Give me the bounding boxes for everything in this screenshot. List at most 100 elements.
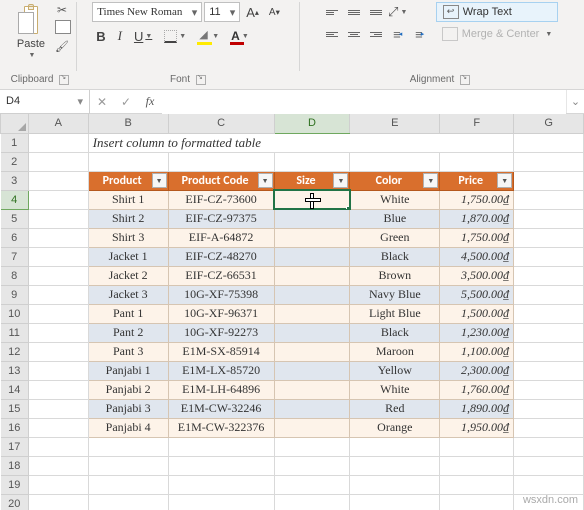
table-cell-6-0[interactable]: Pant 1 <box>88 304 168 323</box>
table-cell-12-2[interactable] <box>274 418 350 437</box>
table-cell-12-0[interactable]: Panjabi 4 <box>88 418 168 437</box>
cell-B2[interactable] <box>88 152 168 171</box>
filter-button[interactable]: ▼ <box>333 173 348 188</box>
row-header-10[interactable]: 10 <box>1 304 29 323</box>
cell-G5[interactable] <box>514 209 584 228</box>
cell-A19[interactable] <box>28 475 88 494</box>
table-cell-5-0[interactable]: Jacket 3 <box>88 285 168 304</box>
align-middle-button[interactable] <box>344 2 364 22</box>
table-cell-3-3[interactable]: Black <box>350 247 440 266</box>
filter-button[interactable]: ▼ <box>497 173 512 188</box>
cell-A8[interactable] <box>28 266 88 285</box>
table-cell-12-3[interactable]: Orange <box>350 418 440 437</box>
table-cell-3-4[interactable]: 4,500.00₫ <box>440 247 514 266</box>
cell-G10[interactable] <box>514 304 584 323</box>
column-header-F[interactable]: F <box>440 114 514 133</box>
cut-button[interactable] <box>54 2 70 18</box>
cell-A15[interactable] <box>28 399 88 418</box>
cell-A2[interactable] <box>28 152 88 171</box>
column-header-B[interactable]: B <box>88 114 168 133</box>
align-left-button[interactable] <box>322 24 342 44</box>
table-cell-3-1[interactable]: EIF-CZ-48270 <box>168 247 274 266</box>
cell-G1[interactable] <box>514 133 584 152</box>
cell-B20[interactable] <box>88 494 168 510</box>
table-cell-9-2[interactable] <box>274 361 350 380</box>
table-cell-5-3[interactable]: Navy Blue <box>350 285 440 304</box>
table-cell-2-1[interactable]: EIF-A-64872 <box>168 228 274 247</box>
cell-B17[interactable] <box>88 437 168 456</box>
cell-G18[interactable] <box>514 456 584 475</box>
row-header-3[interactable]: 3 <box>1 171 29 190</box>
merge-center-button[interactable]: Merge & Center ▼ <box>436 24 559 44</box>
cell-A1[interactable] <box>28 133 88 152</box>
table-cell-12-1[interactable]: E1M-CW-322376 <box>168 418 274 437</box>
table-cell-5-1[interactable]: 10G-XF-75398 <box>168 285 274 304</box>
fill-color-button[interactable]: ▼ <box>194 28 223 44</box>
table-cell-0-4[interactable]: 1,750.00₫ <box>440 190 514 209</box>
table-cell-11-4[interactable]: 1,890.00₫ <box>440 399 514 418</box>
row-header-18[interactable]: 18 <box>1 456 29 475</box>
row-header-16[interactable]: 16 <box>1 418 29 437</box>
cell-B18[interactable] <box>88 456 168 475</box>
cell-D19[interactable] <box>274 475 350 494</box>
table-cell-1-2[interactable] <box>274 209 350 228</box>
table-header-2[interactable]: Size▼ <box>274 171 350 190</box>
table-cell-6-3[interactable]: Light Blue <box>350 304 440 323</box>
table-cell-3-2[interactable] <box>274 247 350 266</box>
row-header-1[interactable]: 1 <box>1 133 29 152</box>
table-cell-9-0[interactable]: Panjabi 1 <box>88 361 168 380</box>
paste-button[interactable]: Paste ▼ <box>10 2 52 64</box>
cell-A18[interactable] <box>28 456 88 475</box>
table-cell-10-2[interactable] <box>274 380 350 399</box>
cell-F19[interactable] <box>440 475 514 494</box>
italic-button[interactable]: I <box>114 26 126 46</box>
expand-formula-bar-button[interactable]: ⌄ <box>566 90 584 113</box>
font-name-combo[interactable]: Times New Roman ▾ <box>92 2 202 22</box>
cell-D20[interactable] <box>274 494 350 510</box>
table-cell-7-3[interactable]: Black <box>350 323 440 342</box>
table-cell-4-0[interactable]: Jacket 2 <box>88 266 168 285</box>
cell-G16[interactable] <box>514 418 584 437</box>
underline-button[interactable]: U▼ <box>130 27 156 46</box>
row-header-2[interactable]: 2 <box>1 152 29 171</box>
table-cell-1-4[interactable]: 1,870.00₫ <box>440 209 514 228</box>
cell-C20[interactable] <box>168 494 274 510</box>
column-header-E[interactable]: E <box>350 114 440 133</box>
decrease-indent-button[interactable] <box>388 24 408 44</box>
cell-A16[interactable] <box>28 418 88 437</box>
row-header-12[interactable]: 12 <box>1 342 29 361</box>
table-cell-7-4[interactable]: 1,230.00₫ <box>440 323 514 342</box>
row-header-20[interactable]: 20 <box>1 494 29 510</box>
cell-A10[interactable] <box>28 304 88 323</box>
table-cell-6-4[interactable]: 1,500.00₫ <box>440 304 514 323</box>
cell-A3[interactable] <box>28 171 88 190</box>
column-header-C[interactable]: C <box>168 114 274 133</box>
table-header-4[interactable]: Price▼ <box>440 171 514 190</box>
filter-button[interactable]: ▼ <box>152 173 167 188</box>
table-cell-9-3[interactable]: Yellow <box>350 361 440 380</box>
orientation-button[interactable]: ▼ <box>388 2 408 22</box>
cell-A9[interactable] <box>28 285 88 304</box>
table-cell-11-2[interactable] <box>274 399 350 418</box>
cell-D17[interactable] <box>274 437 350 456</box>
cell-A11[interactable] <box>28 323 88 342</box>
cancel-formula-button[interactable]: ✕ <box>90 95 114 109</box>
table-cell-0-2[interactable] <box>274 190 350 209</box>
cell-F18[interactable] <box>440 456 514 475</box>
table-cell-0-0[interactable]: Shirt 1 <box>88 190 168 209</box>
cell-A6[interactable] <box>28 228 88 247</box>
align-center-button[interactable] <box>344 24 364 44</box>
column-header-G[interactable]: G <box>514 114 584 133</box>
table-cell-8-0[interactable]: Pant 3 <box>88 342 168 361</box>
increase-indent-button[interactable] <box>410 24 430 44</box>
row-header-9[interactable]: 9 <box>1 285 29 304</box>
table-cell-8-4[interactable]: 1,100.00₫ <box>440 342 514 361</box>
worksheet-grid[interactable]: ABCDEFG 1Insert column to formatted tabl… <box>0 114 584 510</box>
cell-G7[interactable] <box>514 247 584 266</box>
table-cell-4-4[interactable]: 3,500.00₫ <box>440 266 514 285</box>
column-header-A[interactable]: A <box>28 114 88 133</box>
row-header-11[interactable]: 11 <box>1 323 29 342</box>
row-header-17[interactable]: 17 <box>1 437 29 456</box>
table-header-0[interactable]: Product▼ <box>88 171 168 190</box>
table-cell-11-3[interactable]: Red <box>350 399 440 418</box>
